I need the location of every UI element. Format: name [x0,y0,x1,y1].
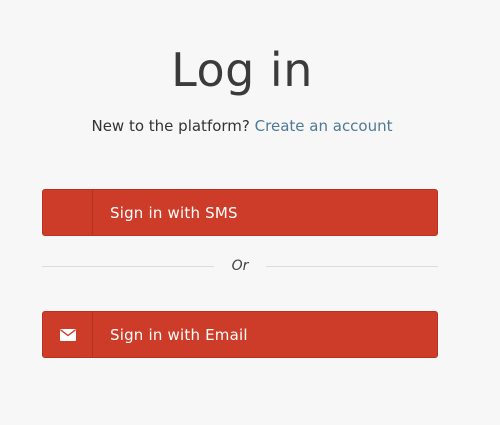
create-account-link[interactable]: Create an account [255,117,393,135]
signup-prompt-text: New to the platform? [91,117,250,135]
email-icon-cell [43,312,93,357]
sms-icon-cell [43,190,93,235]
or-divider: Or [42,256,438,276]
divider-line-right [266,266,438,267]
sign-in-email-button[interactable]: Sign in with Email [42,311,438,358]
page-title: Log in [171,43,313,97]
sign-in-sms-label: Sign in with SMS [110,203,238,222]
envelope-icon [59,328,76,341]
login-page: Log in New to the platform? Create an ac… [0,0,500,425]
sign-in-email-label: Sign in with Email [110,325,248,344]
signup-prompt: New to the platform? Create an account [0,116,484,136]
sign-in-sms-button[interactable]: Sign in with SMS [42,189,438,236]
